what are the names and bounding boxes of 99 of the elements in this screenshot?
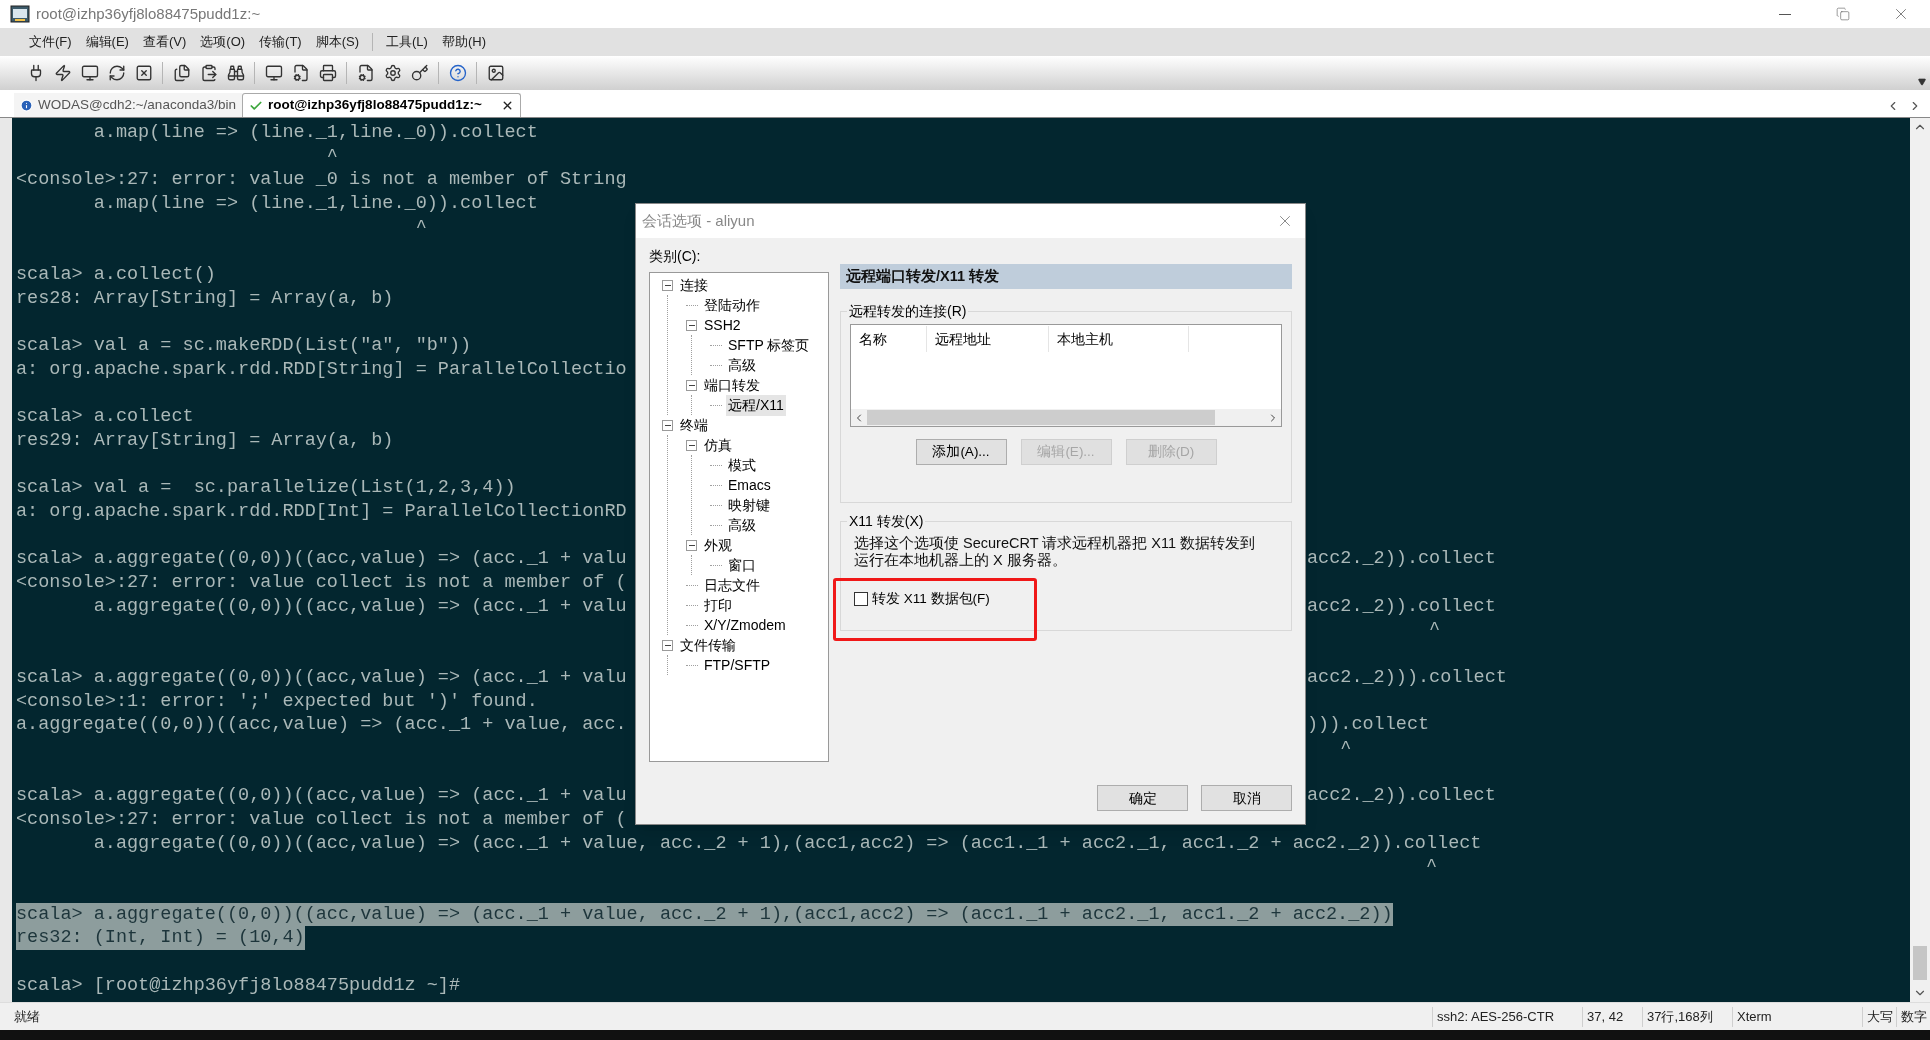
terminal-line: acc2._2)).collect — [1307, 547, 1496, 572]
menu-item[interactable]: 查看(V) — [135, 30, 194, 54]
tree-item[interactable]: 外观 — [702, 534, 734, 556]
terminal-line: a.map(line => (line._1,line._0)).collect — [92, 192, 538, 216]
status-field: Xterm — [1732, 1006, 1862, 1027]
terminal-app-icon — [10, 4, 30, 24]
terminal-line: <console>:1: error: ';' expected but ')' found. — [16, 689, 538, 714]
status-message: 就绪 — [14, 1007, 40, 1026]
tree-item[interactable]: 终端 — [678, 414, 710, 436]
tree-item[interactable]: SSH2 — [702, 314, 743, 336]
tree-item[interactable]: 连接 — [678, 274, 710, 296]
dialog-title: 会话选项 - aliyun — [642, 210, 755, 231]
terminal-line: <console>:27: error: value _0 is not a member of String — [16, 168, 627, 193]
tree-item[interactable]: SFTP 标签页 — [726, 334, 812, 356]
dialog-button[interactable]: 添加(A)... — [915, 439, 1007, 465]
terminal-line: res29: Array[String] = Array(a, b) — [16, 428, 394, 453]
session-tab[interactable]: WODAS@cdh2:~/anaconda3/bin — [14, 93, 242, 117]
menu-item[interactable]: 编辑(E) — [78, 30, 136, 54]
terminal-line: acc2._2))).collect — [1307, 665, 1507, 690]
terminal-line: ^ — [1339, 736, 1352, 761]
terminal-line: scala> a.aggregate((0,0))((acc,value) => (acc._1 + valu — [16, 784, 627, 808]
dialog-button[interactable]: 确定 — [1097, 785, 1188, 811]
description-text: 选择这个选项使 SecureCRT 请求远程机器把 X11 数据转发到运行在本地机器上的 X 服务器。 — [854, 535, 1257, 569]
terminal-line: ^ — [325, 144, 338, 169]
column-header[interactable]: 远程地址 — [927, 326, 1049, 352]
terminal-line: acc2._2)).collect — [1307, 784, 1496, 808]
terminal-line: ^ — [1428, 618, 1441, 643]
terminal-line: ))).collect — [1307, 713, 1430, 737]
menu-item[interactable]: 文件(F) — [22, 30, 79, 54]
terminal-line: scala> a.collect() — [16, 263, 216, 287]
checkbox[interactable] — [854, 592, 868, 607]
collapse-icon[interactable] — [686, 379, 697, 391]
menu-item[interactable]: 工具(L) — [379, 30, 435, 54]
forwarding-table[interactable]: 名称 远程地址 本地主机 — [850, 324, 1282, 427]
tree-item[interactable]: Emacs — [726, 474, 773, 496]
tree-item[interactable]: 高级 — [726, 354, 758, 376]
window-title: root@izhp36yfj8lo88475pudd1z:~ — [36, 3, 261, 24]
restore-icon — [1836, 7, 1850, 21]
page-header: 远程端口转发/X11 转发 — [840, 264, 1292, 289]
column-header[interactable]: 本地主机 — [1049, 326, 1189, 352]
terminal-line: a.aggregate((0,0))((acc,value) => (acc._1 + valu — [92, 594, 627, 619]
terminal-line: a.aggregate((0,0))((acc,value) => (acc._1 + value, acc._2 + 1),(acc1,acc2) => (acc1._1 + acc2._1, acc1._2 + acc2._2)).collect — [92, 831, 1482, 856]
category-label: 类别(C): — [649, 247, 702, 266]
terminal-line: ^ — [1424, 855, 1438, 879]
terminal-line: acc2._2)).collect — [1307, 594, 1496, 619]
terminal-line: res28: Array[String] = Array(a, b) — [16, 286, 394, 311]
tree-item[interactable]: 远程/X11 — [726, 394, 786, 416]
status-field: 37, 42 — [1582, 1006, 1642, 1027]
terminal-line: a: org.apache.spark.rdd.RDD[Int] = ParallelCollectionRD — [16, 500, 627, 524]
tree-item[interactable]: 日志文件 — [702, 574, 762, 596]
tree-item[interactable]: FTP/SFTP — [702, 654, 773, 676]
tree-item[interactable]: 文件传输 — [678, 634, 738, 656]
status-field: 大写 — [1862, 1006, 1896, 1027]
terminal-line: scala> a.aggregate((0,0))((acc,value) => (acc._1 + valu — [16, 547, 627, 572]
collapse-icon[interactable] — [662, 279, 673, 291]
collapse-icon[interactable] — [686, 539, 697, 551]
dialog-button[interactable]: 取消 — [1201, 785, 1292, 811]
checkbox-label[interactable]: 转发 X11 数据包(F) — [872, 589, 990, 610]
tree-item[interactable]: 窗口 — [726, 554, 758, 576]
scroll-thumb[interactable] — [1913, 946, 1927, 980]
category-tree[interactable]: 连接 登陆动作 SSH2 SFTP 标签页 高级 端口转发 远程/X11 终端 仿真 模式 Emacs 映射键 高级 外观 窗口 日志文件 打印 X/Y/Zmodem 文件传输 FTP/SFTP — [649, 272, 829, 762]
tree-item[interactable]: 高级 — [726, 514, 758, 536]
menu-item[interactable]: 选项(O) — [193, 30, 253, 54]
terminal-line: a: org.apache.spark.rdd.RDD[String] = ParallelCollectio — [16, 357, 627, 382]
menu-item[interactable]: 帮助(H) — [434, 30, 493, 54]
group-title: 远程转发的连接(R) — [847, 301, 969, 322]
terminal-line: a.aggregate((0,0))((acc,value) => (acc._1 + value, acc. — [16, 713, 627, 737]
session-tab[interactable]: root@izhp36yfj8lo88475pudd1z:~ — [241, 93, 521, 117]
column-header[interactable]: 名称 — [851, 326, 927, 352]
collapse-icon[interactable] — [662, 639, 673, 651]
tree-item[interactable]: 端口转发 — [702, 374, 762, 396]
collapse-icon[interactable] — [662, 419, 673, 431]
collapse-icon[interactable] — [686, 319, 697, 331]
toolbar-overflow-icon[interactable] — [1918, 78, 1926, 86]
collapse-icon[interactable] — [686, 439, 697, 451]
terminal-line: <console>:27: error: value collect is not a member of ( — [16, 571, 627, 595]
terminal-line: ^ — [414, 215, 427, 240]
status-field: 37行,168列 — [1642, 1006, 1732, 1027]
terminal-line: scala> a.aggregate((0,0))((acc,value) => (acc._1 + valu — [16, 665, 627, 690]
status-field: ssh2: AES-256-CTR — [1432, 1006, 1582, 1027]
info-icon — [20, 98, 33, 112]
terminal-line: <console>:27: error: value collect is not a member of ( — [16, 807, 627, 832]
group-title: X11 转发(X) — [847, 511, 926, 532]
terminal-line: scala> a.collect — [16, 405, 194, 429]
tree-item[interactable]: X/Y/Zmodem — [702, 614, 788, 636]
terminal-line: a.map(line => (line._1,line._0)).collect — [92, 121, 538, 145]
status-field: 数字 — [1896, 1006, 1930, 1027]
tree-item[interactable]: 登陆动作 — [702, 294, 762, 316]
terminal-line: scala> [root@izhp36yfj8lo88475pudd1z ~]# — [16, 973, 461, 998]
tree-item[interactable]: 打印 — [702, 594, 734, 616]
tree-item[interactable]: 映射键 — [726, 494, 772, 516]
menu-item[interactable]: 脚本(S) — [308, 30, 367, 54]
vertical-scrollbar[interactable] — [1910, 118, 1930, 1002]
tree-item[interactable]: 仿真 — [702, 434, 734, 456]
menu-item[interactable]: 传输(T) — [252, 30, 309, 54]
minimize-icon — [1779, 13, 1791, 15]
terminal-line: scala> val a = sc.makeRDD(List("a", "b")) — [16, 334, 472, 358]
terminal-line: scala> val a = sc.parallelize(List(1,2,3,4)) — [16, 476, 516, 500]
tree-item[interactable]: 模式 — [726, 454, 758, 476]
